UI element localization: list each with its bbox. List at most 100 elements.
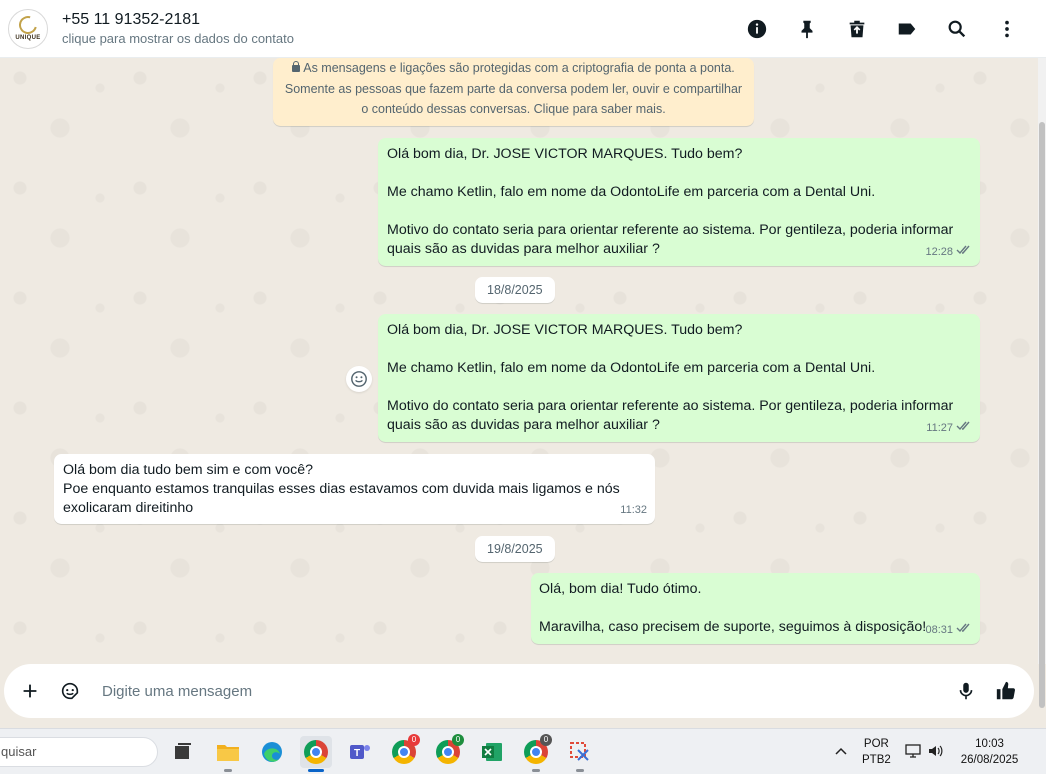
message-line: quais são as duvidas para melhor auxilia… — [387, 241, 660, 257]
message-line: Olá, bom dia! Tudo ótimo. — [539, 581, 702, 597]
menu-button[interactable] — [982, 9, 1032, 49]
message-line — [539, 599, 971, 618]
sticker-button[interactable] — [50, 671, 90, 711]
folder-icon — [217, 745, 239, 761]
message-line: Olá bom dia, Dr. JOSE VICTOR MARQUES. Tu… — [387, 322, 743, 338]
excel-icon — [482, 743, 502, 761]
excel-button[interactable] — [476, 736, 508, 768]
system-tray: POR PTB2 10:03 26/08/2025 — [832, 729, 1018, 774]
message-composer — [4, 664, 1034, 718]
message-line: Me chamo Ketlin, falo em nome da OdontoL… — [387, 360, 876, 376]
chevron-up-icon[interactable] — [832, 746, 850, 758]
volume-icon[interactable] — [927, 743, 945, 762]
message-meta: 11:32 — [620, 501, 647, 520]
label-button[interactable] — [882, 9, 932, 49]
teams-icon: T — [350, 745, 370, 759]
date-separator: 18/8/2025 — [475, 277, 555, 303]
message-line: Motivo do contato seria para orientar re… — [387, 222, 954, 238]
logo-moon-icon — [15, 12, 41, 38]
contact-subtitle[interactable]: clique para mostrar os dados do contato — [62, 30, 294, 48]
taskbar-search[interactable]: quisar — [0, 737, 158, 767]
network-icon[interactable] — [905, 743, 923, 762]
clock-time: 10:03 — [975, 738, 1004, 750]
message-line — [387, 202, 971, 221]
header-actions — [732, 0, 1032, 58]
delete-button[interactable] — [832, 9, 882, 49]
clock-date: 26/08/2025 — [960, 754, 1019, 766]
pin-button[interactable] — [782, 9, 832, 49]
message-input[interactable] — [102, 671, 946, 711]
running-indicator — [576, 769, 584, 772]
chat-header: UNIQUE +55 11 91352-2181 clique para mos… — [0, 0, 1046, 58]
chrome-profile-button[interactable]: 0 — [432, 734, 464, 768]
notification-badge: 0 — [540, 734, 552, 746]
info-button[interactable] — [732, 9, 782, 49]
message-bubble-outgoing[interactable]: Olá, bom dia! Tudo ótimo. Maravilha, cas… — [531, 573, 980, 644]
clock[interactable]: 10:03 26/08/2025 — [961, 736, 1019, 768]
chat-area[interactable]: As mensagens e ligações são protegidas c… — [0, 58, 1038, 664]
teams-button[interactable]: T — [344, 736, 376, 768]
message-line — [387, 378, 971, 397]
message-line — [387, 340, 971, 359]
thumbs-up-icon — [996, 681, 1016, 700]
react-emoji-button[interactable] — [346, 366, 372, 392]
contact-name[interactable]: +55 11 91352-2181 — [62, 10, 294, 30]
message-bubble-outgoing[interactable]: Olá bom dia, Dr. JOSE VICTOR MARQUES. Tu… — [378, 138, 980, 266]
sticker-icon — [61, 682, 79, 700]
trash-icon — [849, 20, 865, 38]
snipping-tool-button[interactable] — [564, 736, 596, 772]
encryption-notice-line: o conteúdo dessas conversas. Clique para… — [361, 102, 666, 116]
chat-scrollbar[interactable] — [1038, 58, 1046, 708]
edge-icon — [262, 742, 282, 762]
chrome-icon — [304, 740, 328, 764]
chrome-profile-button[interactable]: 0 — [388, 734, 420, 768]
voice-message-button[interactable] — [946, 671, 986, 711]
composer-bottom-area — [0, 718, 1046, 728]
message-meta: 08:31 — [925, 621, 972, 640]
message-line: Me chamo Ketlin, falo em nome da OdontoL… — [387, 184, 876, 200]
notification-badge: 0 — [452, 734, 464, 746]
encryption-notice-line: Somente as pessoas que fazem parte da co… — [284, 81, 743, 96]
encryption-notice[interactable]: As mensagens e ligações são protegidas c… — [273, 58, 754, 126]
message-bubble-incoming[interactable]: Olá bom dia tudo bem sim e com você? Poe… — [54, 454, 655, 524]
scrollbar-thumb[interactable] — [1039, 122, 1045, 708]
file-explorer-button[interactable] — [212, 736, 244, 772]
search-icon — [948, 20, 966, 38]
keyboard-layout: PTB2 — [862, 754, 891, 766]
chrome-profile-button[interactable]: 0 — [520, 734, 552, 772]
snipping-tool-icon — [570, 742, 589, 761]
search-button[interactable] — [932, 9, 982, 49]
message-time: 11:27 — [926, 422, 953, 434]
svg-text:T: T — [354, 748, 360, 759]
message-time: 12:28 — [925, 246, 953, 258]
message-line: Poe enquanto estamos tranquilas esses di… — [63, 481, 620, 497]
contact-info[interactable]: +55 11 91352-2181 clique para mostrar os… — [62, 10, 294, 48]
message-meta: 12:28 — [925, 243, 972, 262]
language-code: POR — [863, 738, 889, 750]
message-time: 08:31 — [925, 624, 953, 636]
task-view-icon — [175, 743, 191, 759]
attach-button[interactable] — [10, 671, 50, 711]
label-icon — [898, 23, 916, 35]
date-separator: 19/8/2025 — [475, 536, 555, 562]
double-check-icon — [956, 243, 972, 262]
like-button[interactable] — [986, 671, 1026, 711]
task-view-button[interactable] — [166, 736, 198, 768]
encryption-notice-text: As mensagens e ligações são protegidas c… — [303, 61, 735, 75]
input-language[interactable]: POR PTB2 — [862, 736, 891, 768]
double-check-icon — [956, 419, 972, 438]
lock-icon — [292, 61, 301, 72]
message-line: Motivo do contato seria para orientar re… — [387, 398, 954, 414]
logo-text: UNIQUE — [15, 35, 41, 41]
edge-button[interactable] — [256, 736, 288, 768]
chrome-button-active[interactable] — [300, 736, 332, 772]
encryption-notice-line: As mensagens e ligações são protegidas c… — [273, 58, 754, 79]
info-icon — [747, 19, 767, 39]
message-line: Maravilha, caso precisem de suporte, seg… — [539, 619, 927, 635]
message-bubble-outgoing[interactable]: Olá bom dia, Dr. JOSE VICTOR MARQUES. Tu… — [378, 314, 980, 442]
message-line — [387, 164, 971, 183]
contact-avatar[interactable]: UNIQUE — [8, 8, 48, 49]
message-line: Olá bom dia tudo bem sim e com você? — [63, 462, 313, 478]
message-line: exolicaram direitinho — [63, 500, 194, 516]
double-check-icon — [956, 621, 972, 640]
